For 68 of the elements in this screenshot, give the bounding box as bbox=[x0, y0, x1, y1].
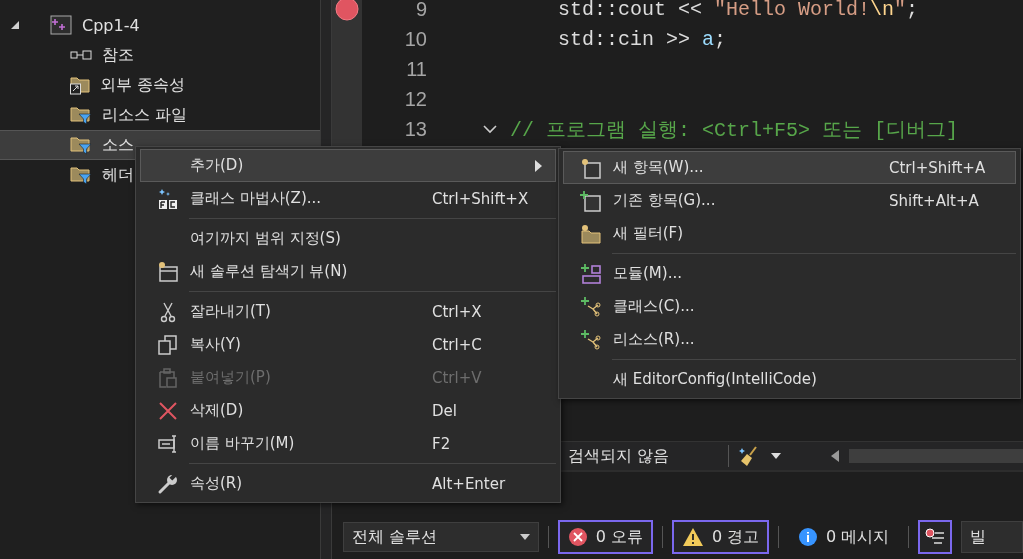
menu-item[interactable]: 이름 바꾸기(M) F2 bbox=[140, 427, 556, 460]
menu-item[interactable]: 새 솔루션 탐색기 뷰(N) bbox=[140, 255, 556, 288]
copy-icon bbox=[156, 333, 179, 356]
error-filter-button[interactable]: 0 오류 bbox=[557, 520, 654, 554]
menu-item[interactable]: 추가(D) bbox=[140, 149, 556, 182]
module-icon bbox=[579, 262, 602, 285]
delete-icon bbox=[156, 399, 179, 422]
menu-item[interactable]: 잘라내기(T) Ctrl+X bbox=[140, 295, 556, 328]
filter-folder-icon bbox=[70, 165, 92, 185]
wrench-icon bbox=[156, 472, 179, 495]
new-window-icon bbox=[156, 260, 179, 283]
line-number: 12 bbox=[403, 87, 427, 111]
line-number: 11 bbox=[405, 57, 427, 81]
class-diagram-icon bbox=[579, 328, 602, 351]
folder-shortcut-icon bbox=[70, 75, 90, 95]
menu-item[interactable]: 리소스(R)... bbox=[563, 323, 1016, 356]
menu-item[interactable]: 모듈(M)... bbox=[563, 257, 1016, 290]
warning-icon bbox=[681, 527, 704, 547]
rename-icon bbox=[156, 432, 179, 455]
menu-item[interactable]: 속성(R) Alt+Enter bbox=[140, 467, 556, 500]
warning-filter-button[interactable]: 0 경고 bbox=[671, 520, 770, 554]
tree-item[interactable]: 헤더 bbox=[102, 164, 134, 186]
tree-item[interactable]: 리소스 파일 bbox=[102, 104, 188, 126]
dropdown-caret-icon[interactable] bbox=[771, 453, 781, 459]
scope-value: 전체 솔루션 bbox=[352, 526, 438, 548]
message-filter-button[interactable]: 0 메시지 bbox=[788, 520, 900, 554]
dropdown-caret-icon bbox=[519, 534, 530, 540]
menu-item[interactable]: 클래스(C)... bbox=[563, 290, 1016, 323]
references-icon bbox=[70, 50, 92, 60]
project-icon bbox=[50, 15, 72, 35]
line-number: 10 bbox=[403, 27, 427, 51]
menu-item[interactable]: 새 EditorConfig(IntelliCode) bbox=[563, 363, 1016, 396]
code-line: std::cin >> a; bbox=[557, 27, 727, 51]
error-icon bbox=[567, 527, 588, 547]
clipboard-icon bbox=[156, 366, 179, 389]
add-item-icon bbox=[579, 189, 602, 212]
menu-item[interactable]: 복사(Y) Ctrl+C bbox=[140, 328, 556, 361]
code-line: std::cout << "Hello World!\n"; bbox=[557, 0, 919, 21]
expand-arrow-icon[interactable] bbox=[10, 20, 20, 30]
tree-item[interactable]: 소스 bbox=[102, 134, 134, 156]
new-item-icon bbox=[579, 156, 602, 179]
filter-folder-icon bbox=[70, 135, 92, 155]
scope-dropdown[interactable]: 전체 솔루션 bbox=[343, 522, 539, 552]
class-wizard-icon bbox=[156, 187, 179, 210]
menu-item[interactable]: 클래스 마법사(Z)... Ctrl+Shift+X bbox=[140, 182, 556, 215]
collapse-chevron-icon[interactable] bbox=[483, 124, 497, 134]
code-line: // 프로그램 실행: <Ctrl+F5> 또는 [디버그] bbox=[510, 117, 959, 143]
info-icon bbox=[798, 527, 819, 547]
menu-item[interactable]: 기존 항목(G)... Shift+Alt+A bbox=[563, 184, 1016, 217]
line-number: 9 bbox=[414, 0, 427, 21]
tree-item[interactable]: 외부 종속성 bbox=[100, 74, 186, 96]
scroll-left-icon[interactable] bbox=[831, 450, 839, 462]
filter-list-icon bbox=[924, 528, 947, 546]
search-status: 검색되지 않음 bbox=[568, 445, 671, 467]
filter-folder-icon bbox=[70, 105, 92, 125]
new-folder-icon bbox=[579, 222, 602, 245]
menu-item[interactable]: 삭제(D) Del bbox=[140, 394, 556, 427]
breakpoint-icon[interactable] bbox=[335, 0, 359, 21]
tree-item[interactable]: 참조 bbox=[102, 44, 134, 66]
horizontal-scrollbar[interactable] bbox=[849, 449, 1023, 463]
source-dropdown[interactable]: 빌 bbox=[961, 521, 1023, 553]
menu-item[interactable]: 새 항목(W)... Ctrl+Shift+A bbox=[563, 151, 1016, 184]
menu-item[interactable]: 여기까지 범위 지정(S) bbox=[140, 222, 556, 255]
menu-item[interactable]: 새 필터(F) bbox=[563, 217, 1016, 250]
class-diagram-icon bbox=[579, 295, 602, 318]
line-number: 13 bbox=[403, 117, 427, 141]
build-filter-button[interactable] bbox=[918, 520, 953, 554]
tree-item[interactable]: Cpp1-4 bbox=[82, 15, 140, 35]
